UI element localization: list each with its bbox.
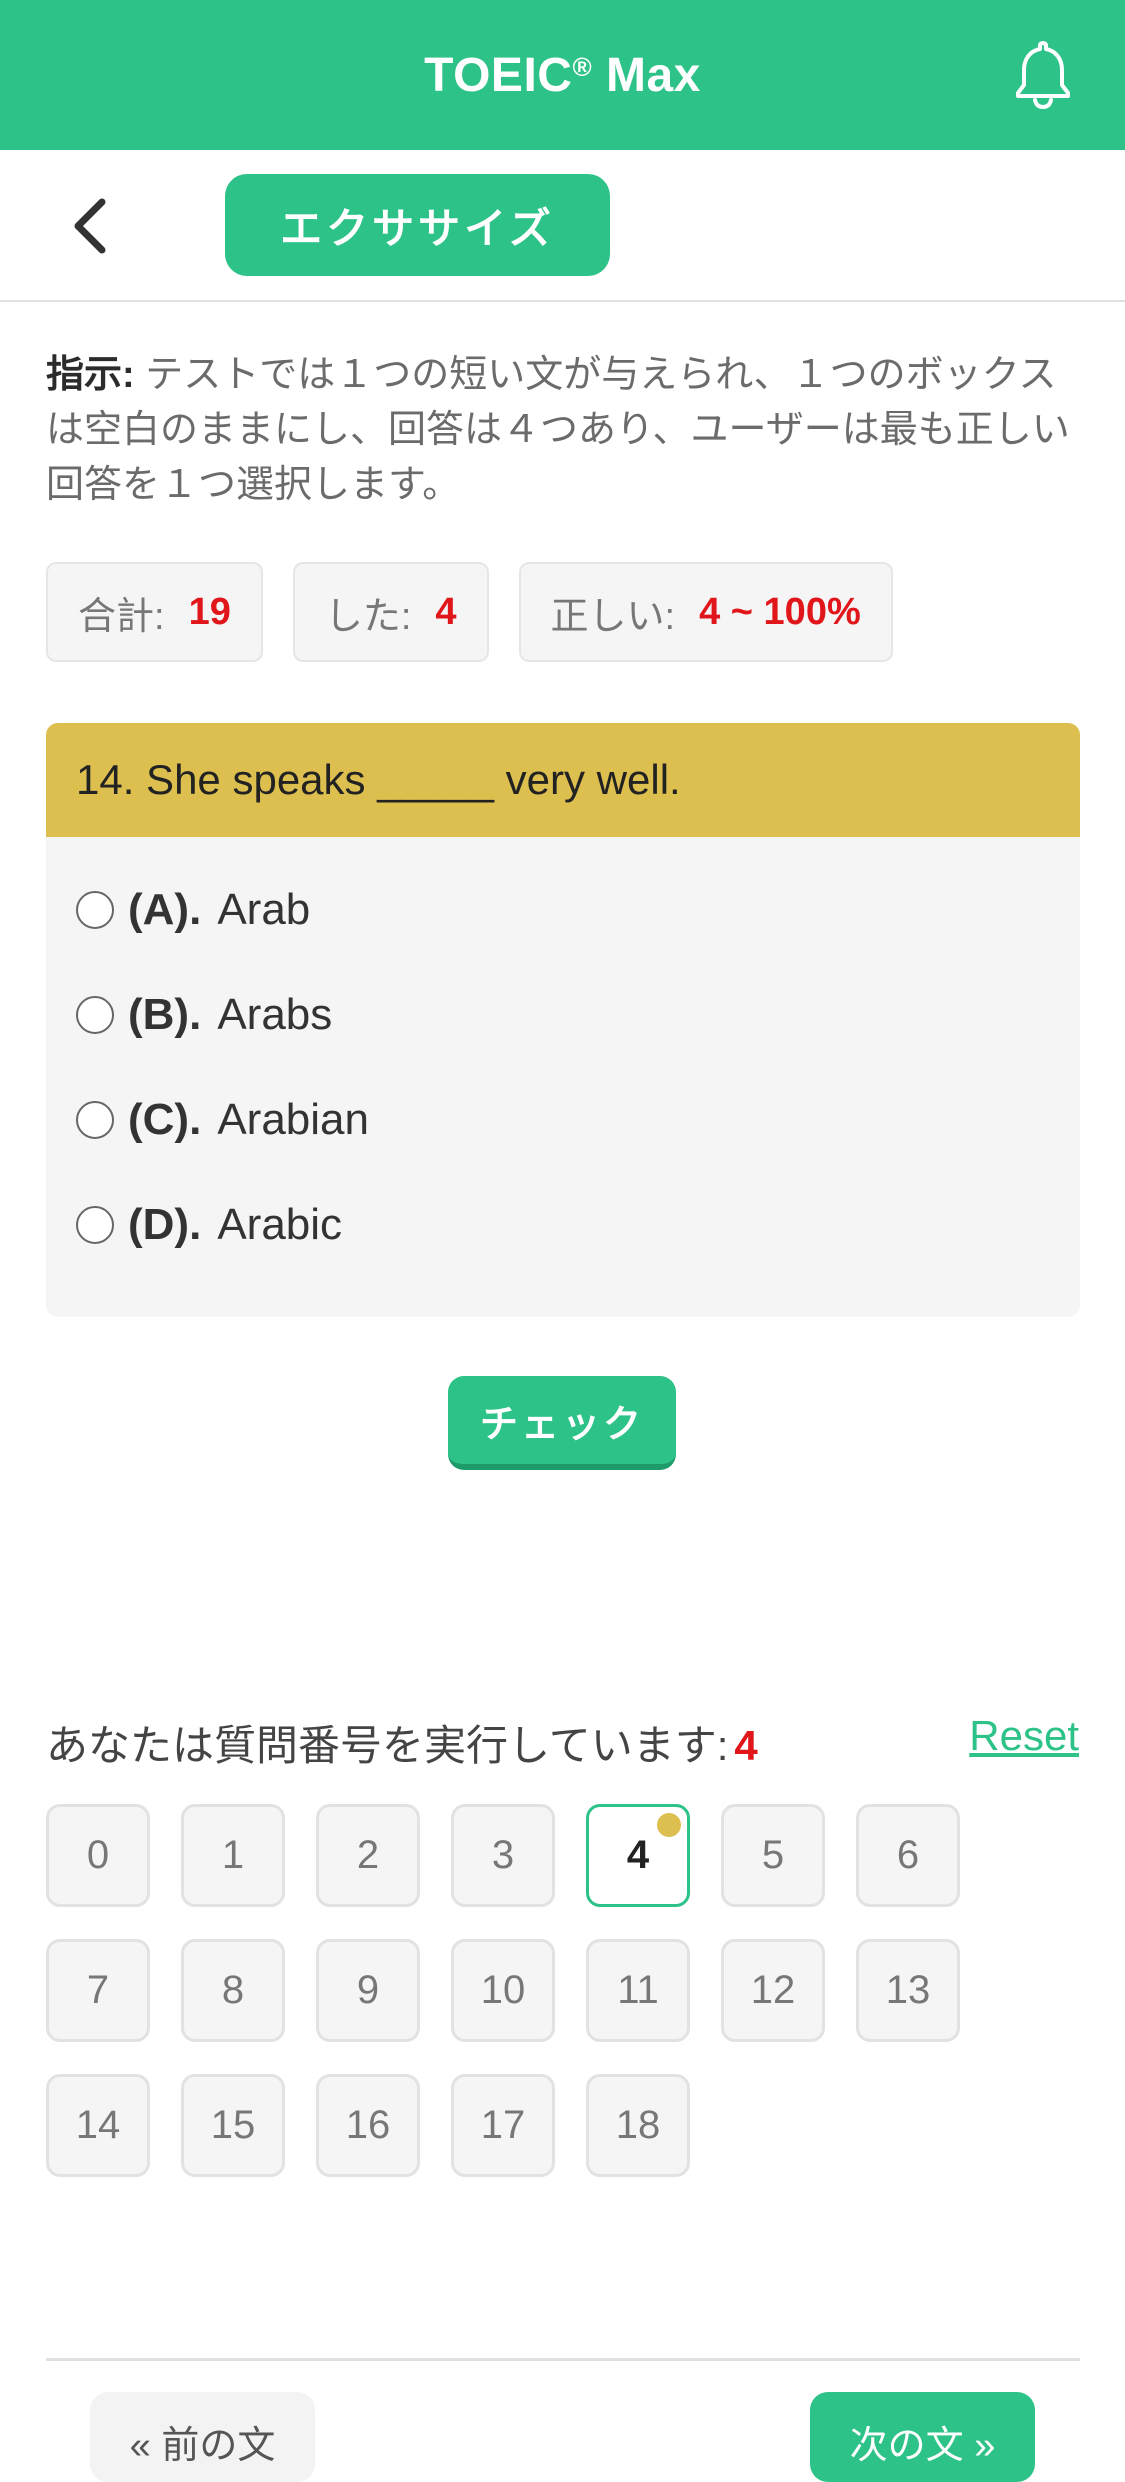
- question-number-cell[interactable]: 10: [451, 1939, 555, 2042]
- stat-correct: 正しい: 4 ~ 100%: [518, 562, 893, 662]
- radio-button[interactable]: [76, 995, 114, 1034]
- option-letter: (B).: [128, 989, 202, 1039]
- instructions: 指示: テストでは１つの短い文が与えられ、１つのボックスは空白のままにし、回答は…: [46, 348, 1086, 513]
- question-number-cell[interactable]: 8: [181, 1939, 285, 2042]
- question-number-cell[interactable]: 11: [586, 1939, 690, 2042]
- question-number-cell[interactable]: 18: [586, 2074, 690, 2177]
- option-text: Arab: [217, 884, 311, 934]
- question-number-cell[interactable]: 5: [721, 1804, 825, 1907]
- stats-row: 合計: 19 した: 4 正しい: 4 ~ 100%: [46, 562, 893, 662]
- stat-correct-value: 4 ~ 100%: [699, 590, 861, 633]
- question-number-cell[interactable]: 3: [451, 1804, 555, 1907]
- progress-label-text: あなたは質問番号を実行しています:: [46, 1722, 729, 1769]
- stat-total-value: 19: [188, 590, 231, 633]
- chevron-left-icon: [74, 198, 106, 254]
- question-number-cell[interactable]: 2: [316, 1804, 420, 1907]
- progress-label: あなたは質問番号を実行しています: 4: [46, 1712, 758, 1773]
- option-c[interactable]: (C). Arabian: [46, 1067, 1080, 1172]
- question-number-cell[interactable]: 12: [721, 1939, 825, 2042]
- question-number: 16: [345, 2103, 391, 2147]
- prev-sentence-button[interactable]: « 前の文: [90, 2392, 315, 2482]
- question-number: 3: [491, 1833, 515, 1877]
- question-grid: 0 1 2 3 4 5 6 7 8 9 10 11 12 13 14 15 16 17 18: [46, 1804, 1046, 2177]
- option-a[interactable]: (A). Arab: [46, 857, 1080, 962]
- option-b[interactable]: (B). Arabs: [46, 962, 1080, 1067]
- reset-link[interactable]: Reset: [969, 1712, 1079, 1760]
- question-number: 14: [75, 2103, 121, 2147]
- divider: [46, 2358, 1080, 2361]
- question-number: 13: [885, 1968, 931, 2012]
- question-number: 9: [356, 1968, 380, 2012]
- option-letter: (D).: [128, 1199, 202, 1249]
- question-number-cell[interactable]: 9: [316, 1939, 420, 2042]
- question-text: 14. She speaks _____ very well.: [46, 723, 1080, 837]
- stat-done: した: 4: [292, 562, 489, 662]
- bell-icon[interactable]: [1011, 38, 1075, 110]
- question-number: 7: [86, 1968, 110, 2012]
- question-number: 15: [210, 2103, 256, 2147]
- question-number: 5: [761, 1833, 785, 1877]
- instructions-label: 指示:: [46, 354, 135, 396]
- question-number: 4: [626, 1833, 650, 1877]
- app-title-text: TOEIC: [424, 48, 573, 102]
- stat-done-value: 4: [435, 590, 457, 633]
- back-button[interactable]: [60, 190, 120, 262]
- option-text: Arabian: [217, 1094, 369, 1144]
- instructions-text: テストでは１つの短い文が与えられ、１つのボックスは空白のままにし、回答は４つあり…: [46, 354, 1070, 506]
- current-indicator-dot: [657, 1813, 681, 1837]
- option-letter: (A).: [128, 884, 202, 934]
- sub-toolbar: エクササイズ: [0, 150, 1125, 302]
- radio-button[interactable]: [76, 890, 114, 929]
- question-number: 8: [221, 1968, 245, 2012]
- question-number: 10: [480, 1968, 526, 2012]
- question-card: 14. She speaks _____ very well. (A). Ara…: [46, 723, 1080, 1317]
- stat-correct-label: 正しい:: [550, 595, 676, 638]
- option-text: Arabic: [217, 1199, 343, 1249]
- app-title-suffix: Max: [605, 48, 701, 102]
- question-number: 6: [896, 1833, 920, 1877]
- stat-done-label: した:: [324, 595, 412, 638]
- app-title: TOEIC® Max: [424, 48, 701, 103]
- option-text: Arabs: [217, 989, 333, 1039]
- question-number-cell[interactable]: 0: [46, 1804, 150, 1907]
- question-number-cell[interactable]: 7: [46, 1939, 150, 2042]
- registered-mark: ®: [572, 51, 593, 82]
- question-number-cell[interactable]: 14: [46, 2074, 150, 2177]
- exercise-tab-button[interactable]: エクササイズ: [225, 174, 610, 276]
- question-number: 1: [221, 1833, 245, 1877]
- progress-current: 4: [734, 1722, 758, 1769]
- question-number: 17: [480, 2103, 526, 2147]
- check-button[interactable]: チェック: [448, 1376, 676, 1470]
- option-d[interactable]: (D). Arabic: [46, 1172, 1080, 1277]
- option-letter: (C).: [128, 1094, 202, 1144]
- question-number: 2: [356, 1833, 380, 1877]
- stat-total: 合計: 19: [46, 562, 263, 662]
- question-number-cell[interactable]: 15: [181, 2074, 285, 2177]
- stat-total-label: 合計:: [78, 595, 165, 638]
- question-number-cell[interactable]: 6: [856, 1804, 960, 1907]
- question-number-cell[interactable]: 16: [316, 2074, 420, 2177]
- app-header: TOEIC® Max: [0, 0, 1125, 150]
- question-number-cell[interactable]: 4: [586, 1804, 690, 1907]
- radio-button[interactable]: [76, 1100, 114, 1139]
- question-number: 18: [615, 2103, 661, 2147]
- answer-options: (A). Arab (B). Arabs (C). Arabian (D). A…: [46, 837, 1080, 1277]
- question-number-cell[interactable]: 13: [856, 1939, 960, 2042]
- question-number: 11: [617, 1968, 659, 2012]
- question-number-cell[interactable]: 17: [451, 2074, 555, 2177]
- question-number: 12: [750, 1968, 796, 2012]
- question-number-cell[interactable]: 1: [181, 1804, 285, 1907]
- next-sentence-button[interactable]: 次の文 »: [810, 2392, 1035, 2482]
- radio-button[interactable]: [76, 1205, 114, 1244]
- question-number: 0: [86, 1833, 110, 1877]
